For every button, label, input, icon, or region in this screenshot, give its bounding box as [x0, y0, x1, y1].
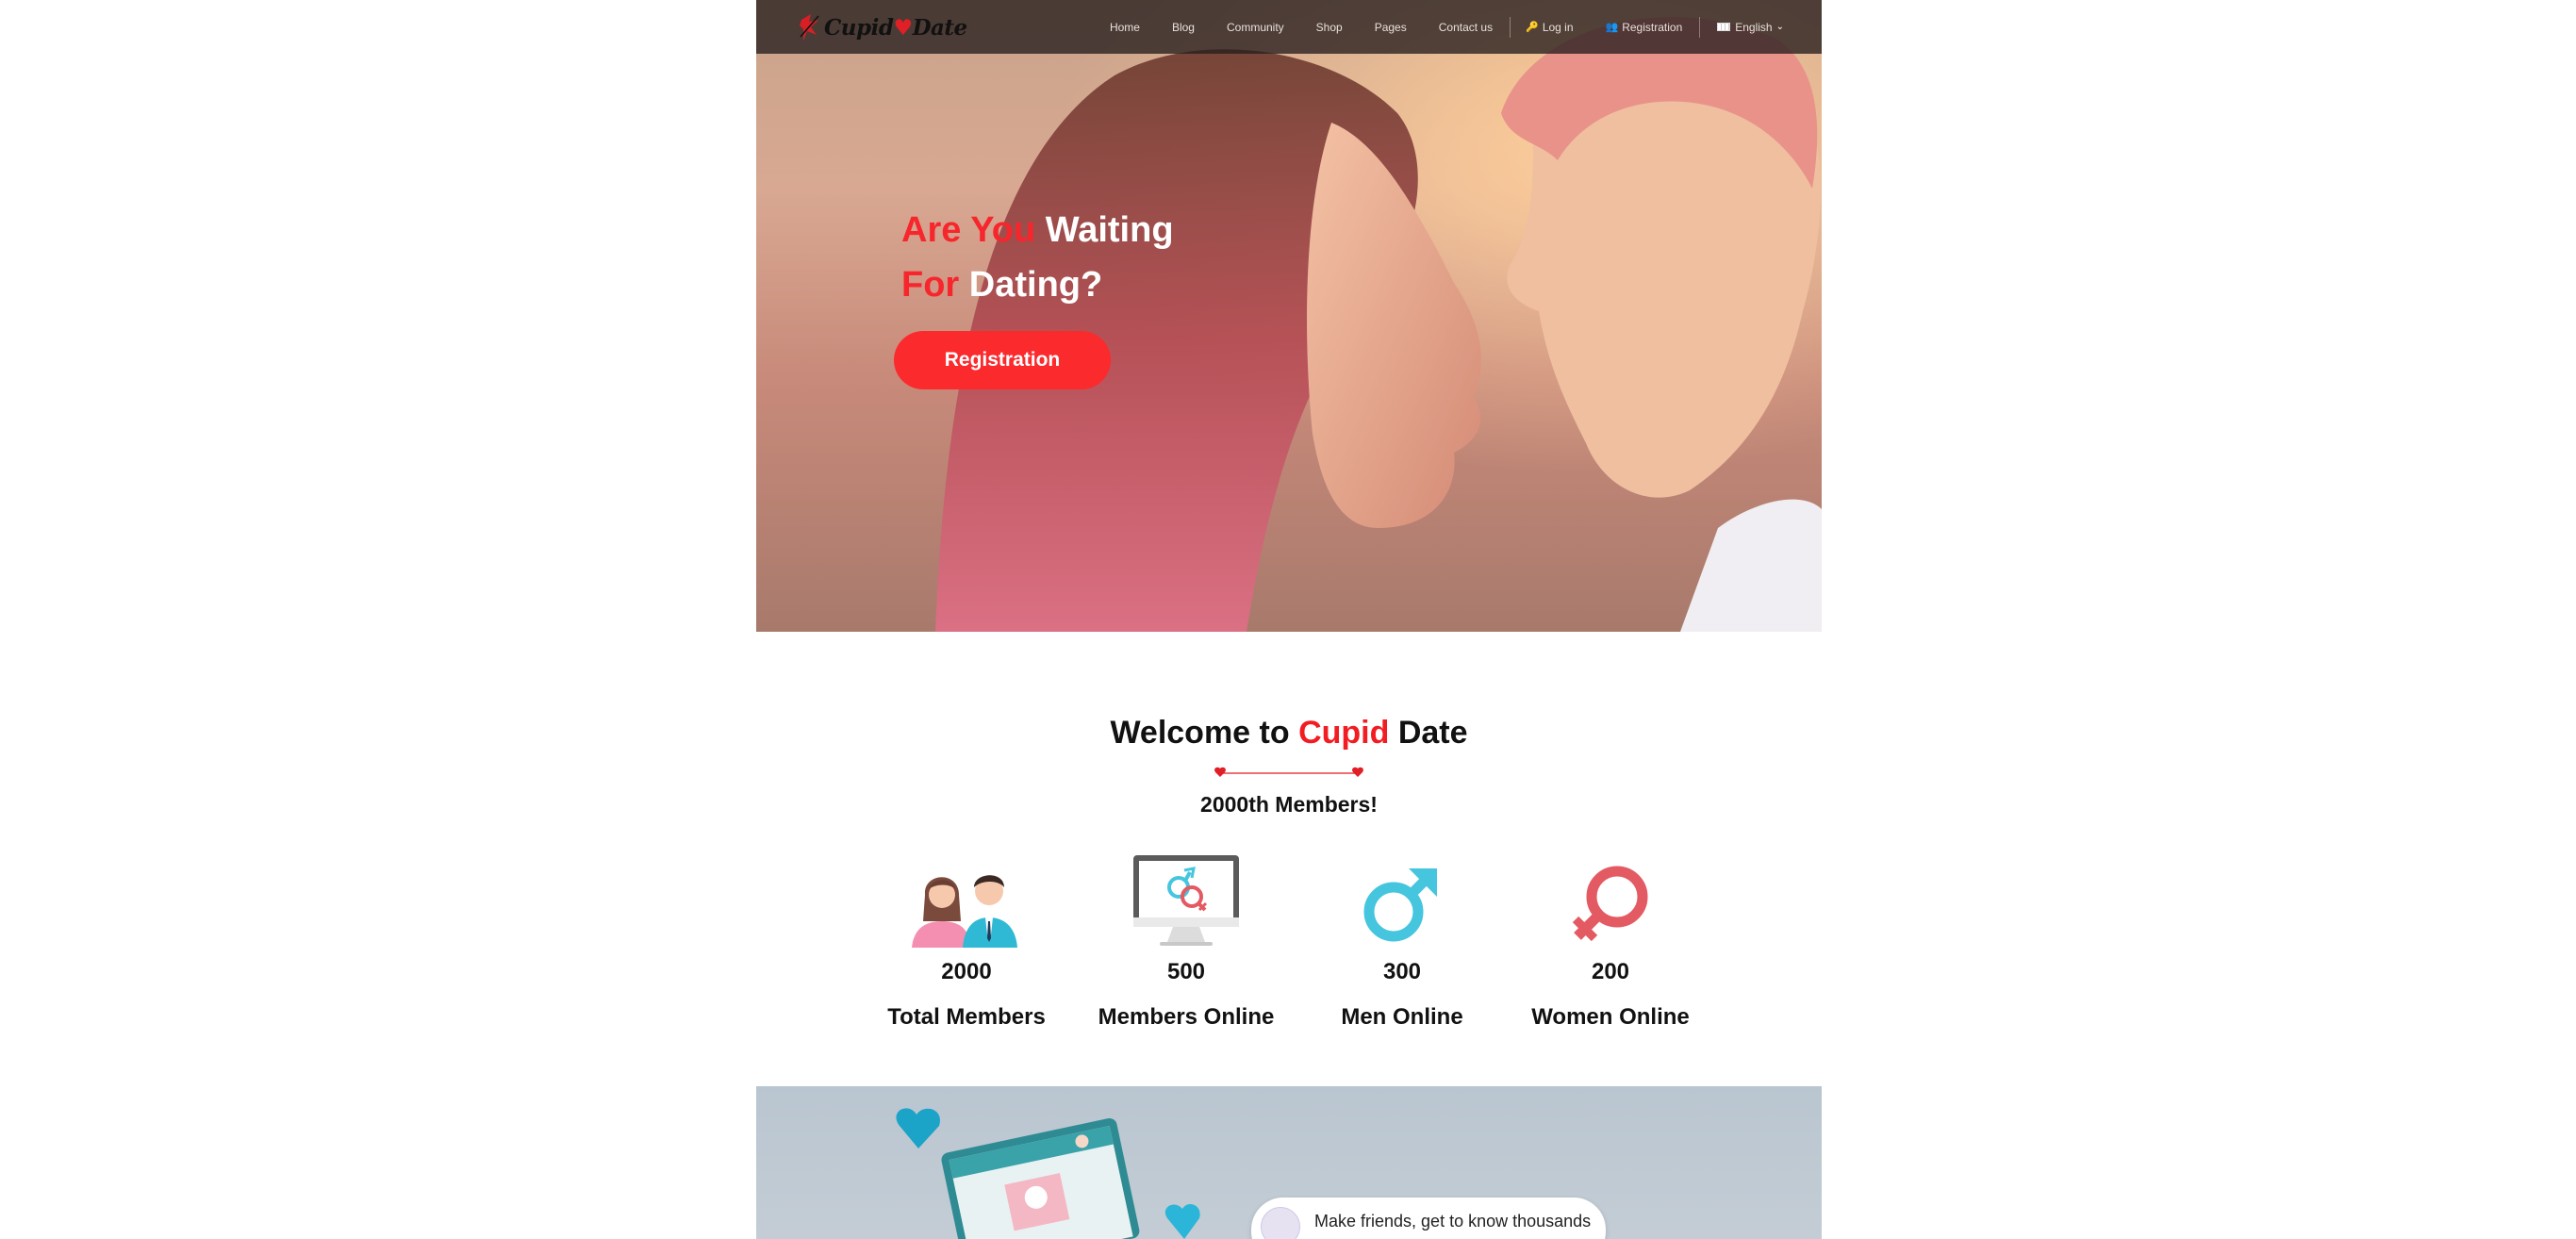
- members-subtitle: 2000th Members!: [1200, 792, 1378, 817]
- nav-contact-us[interactable]: Contact us: [1439, 21, 1493, 34]
- chevron-down-icon: ⌄: [1775, 22, 1784, 32]
- hero-registration-button[interactable]: Registration: [894, 331, 1111, 389]
- nav-shop[interactable]: Shop: [1316, 21, 1343, 34]
- group-avatar-icon: [1261, 1207, 1300, 1239]
- hero-line1-red: Are You: [901, 210, 1036, 250]
- top-navbar: Cupid♥Date Home Blog Community Shop Page…: [756, 0, 1822, 54]
- hero-line2-white: Dating?: [968, 265, 1103, 305]
- welcome-post: Date: [1397, 715, 1468, 751]
- men-online-label: Men Online: [1341, 1004, 1463, 1030]
- monitor-gender-icon: [1073, 853, 1299, 948]
- stat-women-online: 200 Women Online: [1497, 853, 1724, 1031]
- men-online-value: 300: [1382, 959, 1422, 984]
- brand-name-part1: Cupid: [824, 14, 894, 41]
- hero-section: Cupid♥Date Home Blog Community Shop Page…: [756, 0, 1822, 632]
- flag-icon: [1717, 23, 1731, 31]
- hero-title: Are You Waiting For Dating?: [901, 203, 1174, 312]
- hero-couple-photo: [756, 0, 1822, 632]
- welcome-red: Cupid: [1298, 715, 1390, 751]
- hero-line2-red: For: [901, 265, 960, 305]
- stat-members-online: 500 Members Online: [1073, 853, 1299, 1031]
- heart-left-icon: [1214, 767, 1226, 777]
- user-add-icon: 👥: [1605, 21, 1619, 33]
- nav-separator-2: [1699, 16, 1701, 38]
- nav-community[interactable]: Community: [1227, 21, 1284, 34]
- language-selector[interactable]: English ⌄: [1717, 21, 1784, 34]
- brand-name-part2: Date: [912, 14, 968, 41]
- heart-divider: [1214, 767, 1363, 777]
- total-members-label: Total Members: [887, 1004, 1046, 1030]
- nav-blog[interactable]: Blog: [1172, 21, 1195, 34]
- floating-heart-icon: [896, 1108, 941, 1148]
- couple-icon: [853, 853, 1080, 948]
- app-promo-section: Make friends, get to know thousands: [756, 1086, 1822, 1239]
- hero-line1-white: Waiting: [1045, 210, 1174, 250]
- language-label: English: [1735, 20, 1773, 34]
- chat-bubble: Make friends, get to know thousands: [1251, 1198, 1606, 1239]
- heart-right-icon: [1352, 767, 1363, 777]
- chat-bubble-text: Make friends, get to know thousands: [1314, 1212, 1592, 1231]
- registration-label: Registration: [1622, 20, 1683, 34]
- nav-separator: [1510, 16, 1511, 38]
- brand-name: Cupid♥Date: [824, 15, 967, 41]
- nav-pages[interactable]: Pages: [1375, 21, 1407, 34]
- stat-men-online: 300 Men Online: [1289, 853, 1515, 1031]
- heart-separator: ♥: [893, 14, 913, 41]
- stat-total-members: 2000 Total Members: [853, 853, 1080, 1031]
- women-online-value: 200: [1591, 959, 1630, 984]
- nav-menu: Home Blog Community Shop Pages Contact u…: [1110, 0, 1784, 54]
- page-container: Cupid♥Date Home Blog Community Shop Page…: [756, 0, 1822, 1239]
- registration-link[interactable]: 👥 Registration: [1606, 21, 1683, 34]
- members-online-value: 500: [1166, 959, 1206, 984]
- welcome-title: Welcome to Cupid Date: [756, 715, 1822, 752]
- nav-home[interactable]: Home: [1110, 21, 1140, 34]
- login-link[interactable]: 🔑 Log in: [1526, 21, 1573, 34]
- total-members-value: 2000: [941, 959, 992, 984]
- floating-heart-icon-2: [1164, 1204, 1200, 1239]
- brand-logo[interactable]: Cupid♥Date: [798, 9, 967, 45]
- female-symbol-icon: [1497, 853, 1724, 948]
- login-label: Log in: [1542, 20, 1574, 34]
- key-icon: 🔑: [1526, 21, 1539, 33]
- hero-line-2: For Dating?: [901, 265, 1102, 305]
- women-online-label: Women Online: [1531, 1004, 1690, 1030]
- cupid-logo-icon: [800, 14, 819, 41]
- members-online-label: Members Online: [1098, 1004, 1275, 1030]
- welcome-pre: Welcome to: [1110, 715, 1290, 751]
- hero-line-1: Are You Waiting: [901, 210, 1174, 250]
- male-symbol-icon: [1289, 853, 1515, 948]
